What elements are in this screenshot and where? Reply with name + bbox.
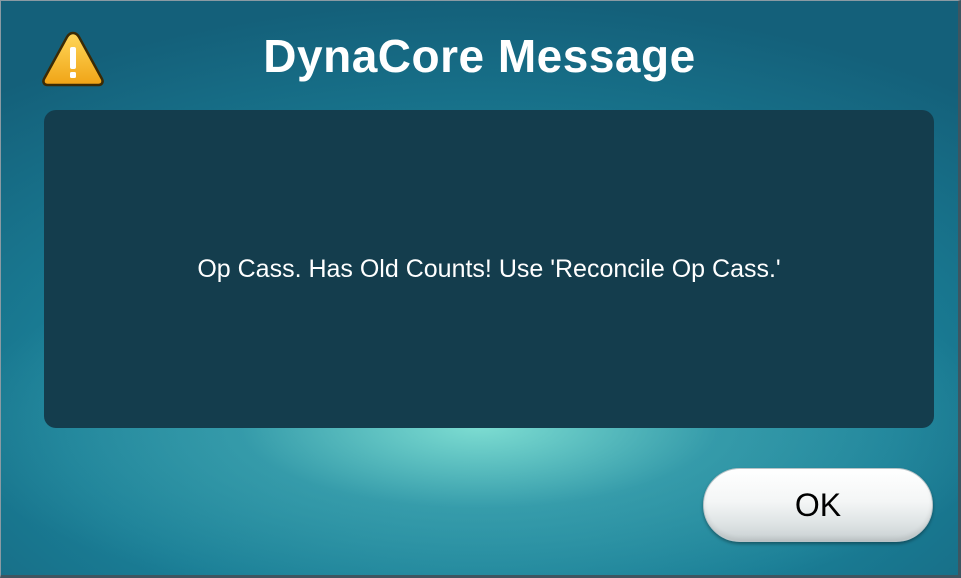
message-panel: Op Cass. Has Old Counts! Use 'Reconcile … [44, 110, 934, 428]
dialog-title-bar: DynaCore Message [1, 1, 958, 111]
dialog-title: DynaCore Message [263, 30, 696, 82]
ok-button[interactable]: OK [703, 468, 933, 542]
ok-button-label: OK [794, 486, 842, 523]
message-dialog: DynaCore Message Op Cass. Has Old Counts… [0, 0, 961, 578]
message-text: Op Cass. Has Old Counts! Use 'Reconcile … [197, 254, 781, 283]
